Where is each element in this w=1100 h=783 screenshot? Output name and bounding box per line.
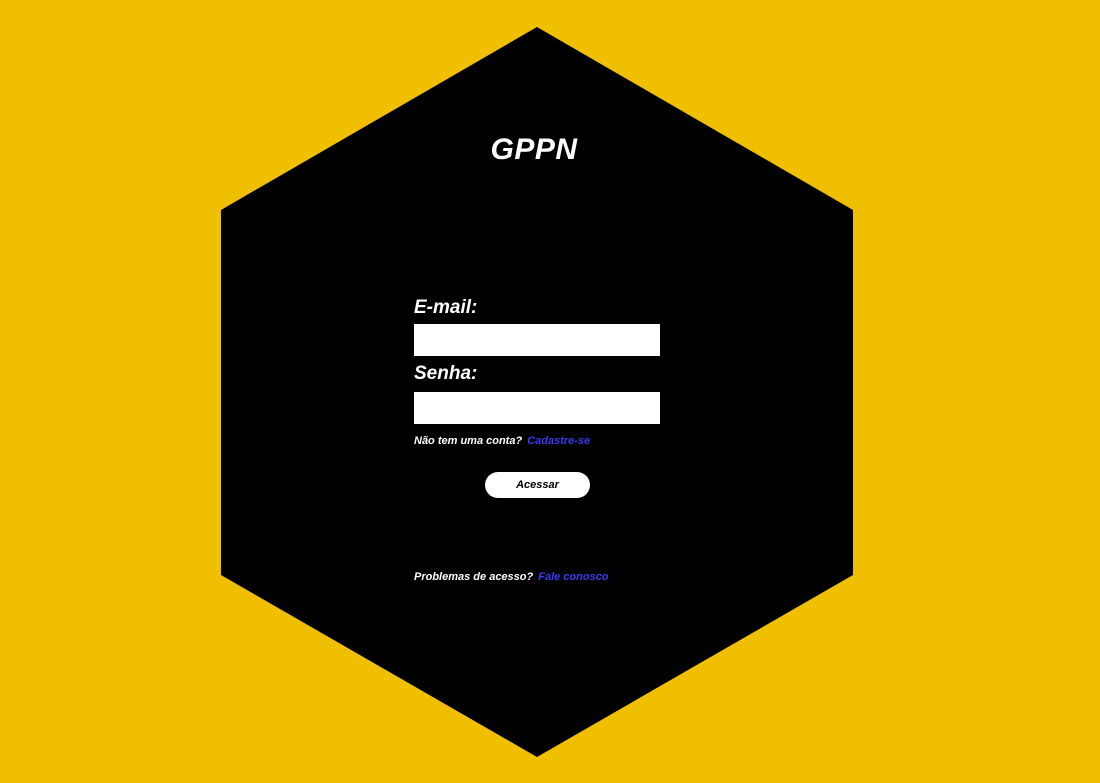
signup-row: Não tem uma conta? Cadastre-se bbox=[414, 435, 590, 447]
support-prompt: Problemas de acesso? bbox=[414, 571, 534, 583]
password-label: Senha: bbox=[414, 363, 478, 384]
email-field[interactable] bbox=[414, 324, 660, 356]
signup-link[interactable]: Cadastre-se bbox=[527, 435, 590, 447]
access-button[interactable]: Acessar bbox=[485, 472, 590, 498]
app-title: GPPN bbox=[490, 133, 578, 166]
password-field[interactable] bbox=[414, 392, 660, 424]
support-row: Problemas de acesso? Fale conosco bbox=[414, 571, 609, 583]
signup-prompt: Não tem uma conta? bbox=[414, 435, 523, 447]
email-label: E-mail: bbox=[414, 297, 478, 318]
contact-link[interactable]: Fale conosco bbox=[538, 571, 608, 583]
